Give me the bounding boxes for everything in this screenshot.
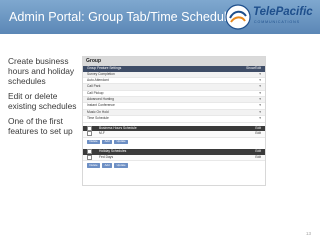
expand-caret-icon[interactable]: ▾ (259, 103, 261, 108)
expand-caret-icon[interactable]: ▾ (259, 84, 261, 89)
feature-label: Auto Attendant (87, 77, 109, 82)
expand-caret-icon[interactable]: ▾ (259, 110, 261, 115)
feature-label: Time Schedule (87, 116, 109, 121)
feature-label: Instant Conference (87, 103, 115, 108)
bullet-item: Edit or delete existing schedules (8, 91, 77, 111)
feature-label: Call Pickup (87, 90, 104, 95)
schedule-name: Fed Days (99, 154, 114, 159)
page-number: 13 (305, 231, 311, 236)
select-all-checkbox[interactable] (87, 125, 92, 131)
row-checkbox[interactable] (87, 154, 92, 160)
features-list: Survey Completion ▾ Auto Attendant ▾ Cal… (83, 71, 265, 123)
expand-caret-icon[interactable]: ▾ (259, 78, 261, 83)
expand-caret-icon[interactable]: ▾ (259, 116, 261, 121)
business-hours-section: Business Hours Schedule Edit M-F Edit De… (83, 125, 265, 147)
row-checkbox[interactable] (87, 131, 92, 137)
feature-label: Advanced Hunting (87, 97, 114, 102)
delete-button[interactable]: Delete (87, 163, 101, 168)
holiday-section: Holiday Schedules Edit Fed Days Edit Del… (83, 149, 265, 170)
update-button[interactable]: Update (114, 139, 129, 145)
add-button[interactable]: Add (102, 163, 113, 168)
logo-name: TelePacific (253, 6, 313, 18)
feature-label: Survey Completion (87, 71, 115, 76)
panel-title: Group (83, 57, 265, 66)
schedule-name: M-F (99, 131, 105, 136)
bullet-item: One of the first features to set up (8, 116, 73, 136)
feature-row[interactable]: Time Schedule ▾ (83, 116, 265, 123)
bullet-list: Create business hours and holiday schedu… (8, 56, 82, 141)
expand-caret-icon[interactable]: ▾ (259, 97, 261, 102)
holiday-buttons: Delete Add Update (83, 161, 265, 170)
expand-caret-icon[interactable]: ▾ (259, 72, 261, 77)
select-all-checkbox[interactable] (87, 149, 92, 155)
schedule-edit-link[interactable]: Edit (255, 155, 261, 161)
delete-button[interactable]: Delete (87, 139, 101, 145)
feature-label: Call Park (87, 84, 101, 89)
expand-caret-icon[interactable]: ▾ (259, 91, 261, 96)
logo-tagline: COMMUNICATIONS (254, 20, 300, 24)
schedule-edit-link[interactable]: Edit (255, 131, 261, 137)
slide-title-bar: Admin Portal: Group Tab/Time Schedule Te… (0, 0, 320, 34)
business-hours-buttons: Delete Add Update (83, 138, 265, 147)
update-button[interactable]: Update (114, 163, 129, 168)
feature-label: Music On Hold (87, 109, 109, 114)
bullet-item: Create business hours and holiday schedu… (8, 56, 75, 86)
add-button[interactable]: Add (102, 139, 113, 145)
slide-title: Admin Portal: Group Tab/Time Schedule (9, 10, 234, 24)
logo-mark-icon (225, 4, 251, 30)
portal-screenshot-panel: Group Group Feature Settings Show/Edit S… (82, 56, 266, 186)
telepacific-logo: TelePacific COMMUNICATIONS (223, 3, 315, 31)
